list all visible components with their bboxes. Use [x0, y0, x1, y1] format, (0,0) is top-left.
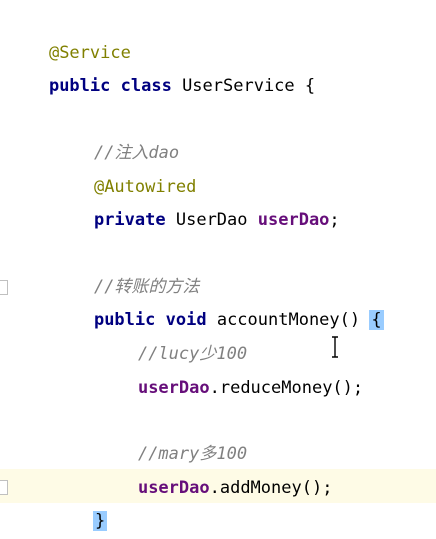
code-line[interactable]: public class UserService {: [8, 35, 315, 96]
type-name: UserDao: [175, 210, 248, 230]
fold-marker-icon[interactable]: [0, 280, 8, 295]
brace-match: {: [369, 310, 384, 330]
brace-match: }: [92, 511, 108, 531]
semicolon: ;: [352, 378, 364, 398]
code-line[interactable]: //mary多100: [97, 403, 247, 464]
code-line[interactable]: }: [8, 504, 59, 538]
parens: (): [339, 310, 361, 330]
code-line[interactable]: private UserDao userDao;: [53, 169, 340, 230]
code-editor[interactable]: @Service public class UserService { //注入…: [0, 0, 436, 539]
code-line[interactable]: public void accountMoney() {: [53, 269, 384, 330]
semicolon: ;: [322, 478, 333, 498]
fold-marker-icon[interactable]: [0, 480, 8, 495]
field-name: userDao: [257, 210, 330, 230]
text-cursor-icon: [331, 336, 339, 358]
code-line[interactable]: //lucy少100: [97, 303, 247, 364]
code-line[interactable]: @Autowired: [53, 136, 196, 197]
code-line[interactable]: }: [53, 470, 108, 531]
semicolon: ;: [329, 210, 340, 230]
method-call: .reduceMoney(): [209, 378, 353, 398]
code-line[interactable]: //注入dao: [53, 102, 179, 163]
keyword: private: [93, 210, 166, 230]
field-name: userDao: [137, 478, 210, 498]
brace: {: [304, 76, 316, 96]
keyword: public: [48, 76, 111, 96]
code-line[interactable]: userDao.addMoney();: [97, 437, 333, 498]
method-call: .addMoney(): [209, 478, 323, 498]
code-line[interactable]: userDao.reduceMoney();: [97, 337, 363, 398]
class-name: UserService: [182, 76, 295, 96]
code-line[interactable]: @Service: [8, 2, 131, 63]
field-name: userDao: [137, 378, 210, 398]
code-line[interactable]: //转账的方法: [53, 236, 199, 297]
keyword: class: [120, 76, 172, 96]
